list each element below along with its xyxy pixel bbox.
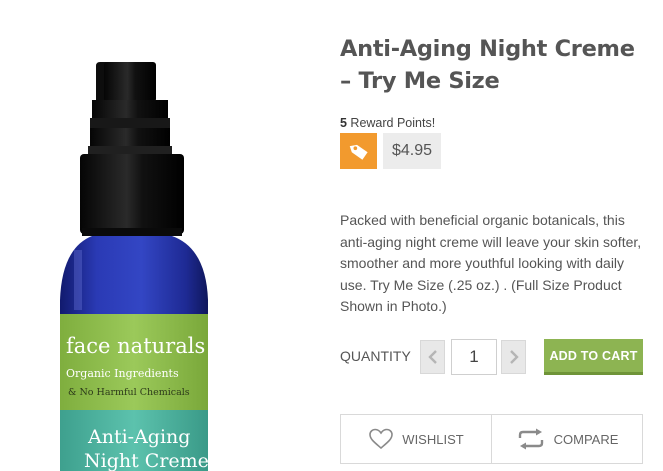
bottle-brand-text: face naturals	[66, 334, 205, 358]
bottle-subtitle-text: Organic Ingredients	[66, 367, 179, 380]
price-value: $4.95	[383, 133, 442, 169]
product-description: Packed with beneficial organic botanical…	[340, 212, 642, 314]
reward-points-value: 5	[340, 116, 347, 130]
quantity-label: QUANTITY	[340, 348, 411, 364]
chevron-left-icon	[427, 350, 437, 364]
bottle-product-name-line2: Night Creme	[84, 450, 209, 471]
repeat-arrows-icon	[518, 428, 543, 450]
secondary-actions: WISHLIST COMPARE	[340, 414, 643, 464]
reward-points: 5 Reward Points!	[340, 116, 435, 130]
quantity-decrease-button[interactable]	[420, 340, 445, 374]
reward-points-label: Reward Points!	[346, 116, 436, 130]
compare-label: COMPARE	[553, 431, 619, 447]
chevron-right-icon	[509, 350, 519, 364]
bottle-claim-text: & No Harmful Chemicals	[68, 387, 190, 398]
product-title: Anti-Aging Night Creme – Try Me Size	[340, 36, 635, 94]
heart-icon	[369, 428, 394, 450]
bottle-product-name-line1: Anti-Aging	[87, 426, 190, 448]
price-row: $4.95	[340, 133, 442, 169]
wishlist-label: WISHLIST	[402, 431, 464, 447]
product-image: face naturals Organic Ingredients & No H…	[0, 0, 300, 471]
product-details: Anti-Aging Night Creme – Try Me Size 5 R…	[340, 0, 663, 471]
quantity-input[interactable]	[451, 339, 497, 375]
price-tag-badge	[340, 133, 377, 169]
price-tag-icon	[349, 144, 368, 160]
add-to-cart-button[interactable]: ADD TO CART	[544, 339, 643, 375]
wishlist-button[interactable]: WISHLIST	[341, 415, 491, 463]
quantity-increase-button[interactable]	[501, 340, 526, 374]
compare-button[interactable]: COMPARE	[491, 415, 642, 463]
